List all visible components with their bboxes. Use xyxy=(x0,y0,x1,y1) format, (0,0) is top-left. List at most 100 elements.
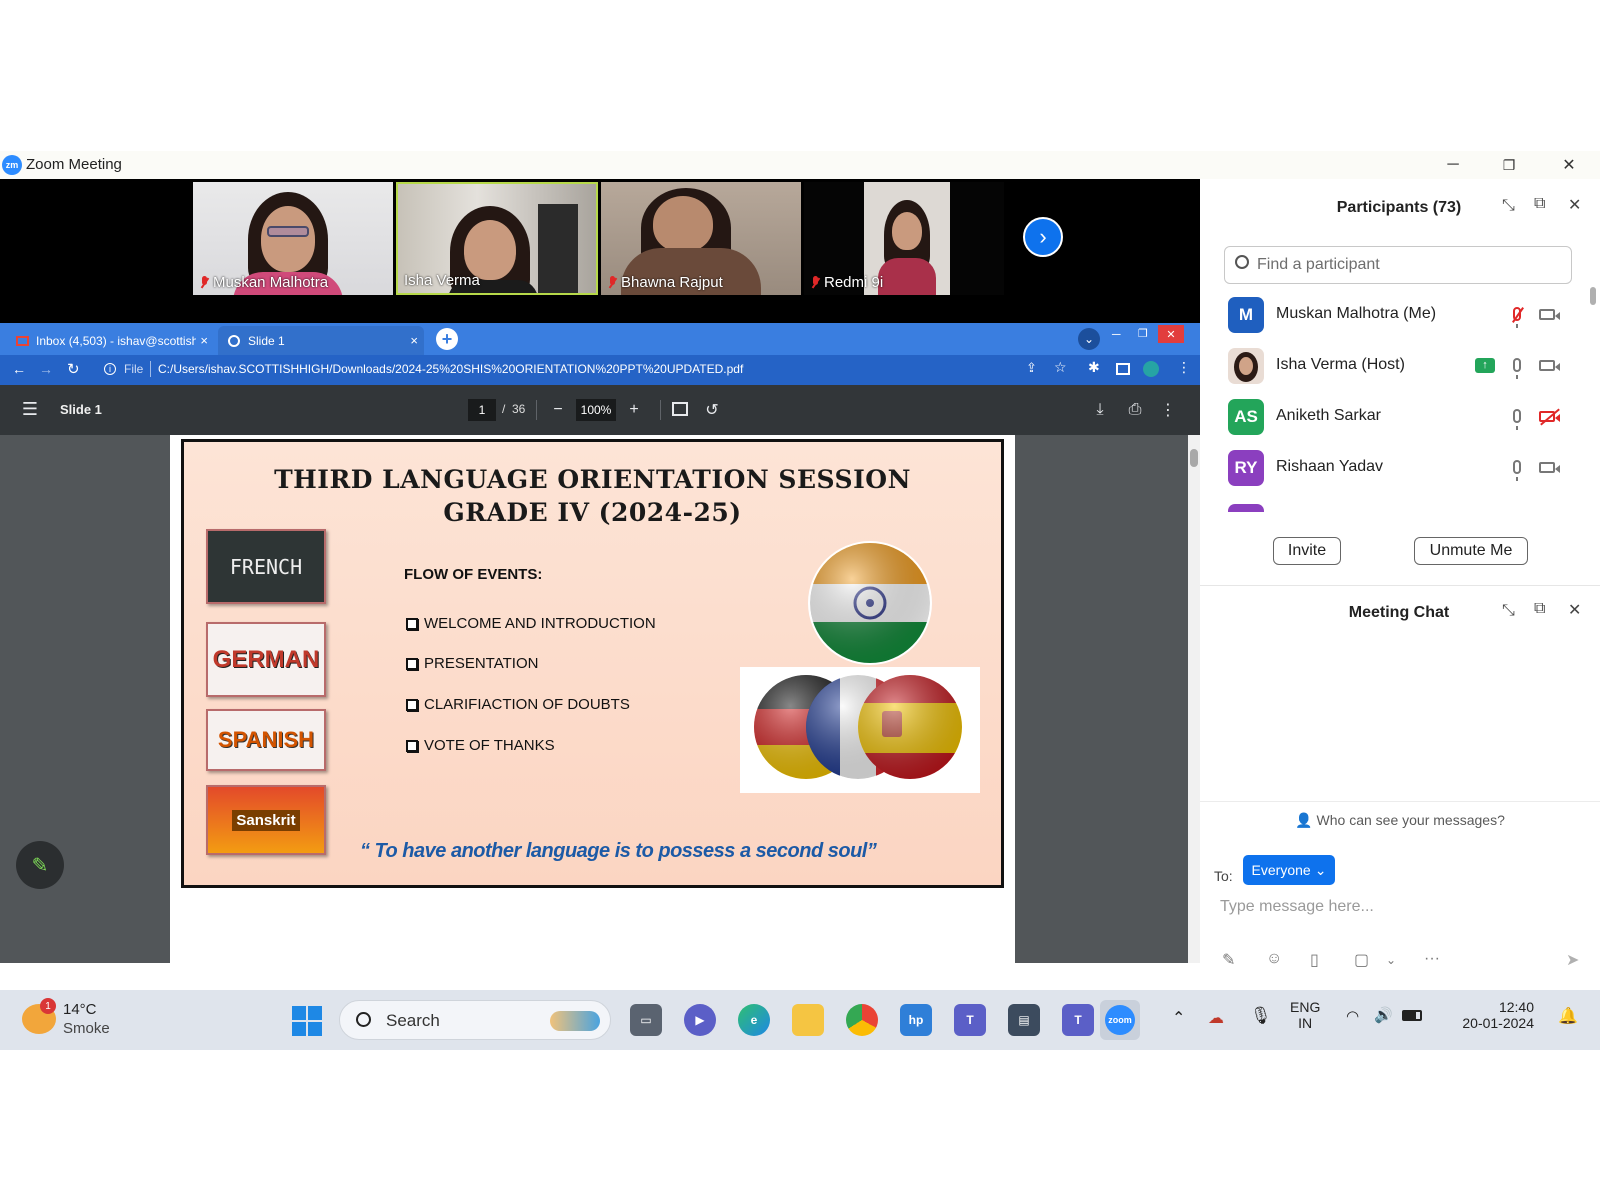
rotate-icon[interactable]: ↺ xyxy=(702,398,722,422)
video-tile-bhawna-rajput[interactable]: Bhawna Rajput xyxy=(601,182,801,295)
browser-close-button[interactable]: ✕ xyxy=(1158,325,1184,343)
close-tab-icon[interactable]: × xyxy=(410,333,418,348)
notification-bell-icon[interactable]: 🔔 xyxy=(1558,1006,1578,1026)
screenshot-chevron-icon[interactable]: ⌄ xyxy=(1386,953,1396,967)
minimize-window-button[interactable]: ─ xyxy=(1438,153,1468,177)
invite-button[interactable]: Invite xyxy=(1273,537,1341,565)
bookmark-star-icon[interactable]: ☆ xyxy=(1054,359,1067,376)
tab-gmail-inbox[interactable]: Inbox (4,503) - ishav@scottishigh × xyxy=(6,326,214,355)
tab-search-chevron-icon[interactable]: ⌄ xyxy=(1078,328,1100,350)
camera-icon[interactable] xyxy=(1536,354,1560,376)
unmute-me-button[interactable]: Unmute Me xyxy=(1414,537,1528,565)
close-chat-icon[interactable]: ✕ xyxy=(1568,600,1581,620)
recipient-dropdown[interactable]: Everyone ⌄ xyxy=(1243,855,1335,885)
url-text[interactable]: C:/Users/ishav.SCOTTISHHIGH/Downloads/20… xyxy=(158,362,743,376)
camera-off-icon[interactable] xyxy=(1536,405,1560,427)
language-card-spanish: SPANISH xyxy=(206,709,326,771)
windows-start-icon[interactable] xyxy=(292,1006,322,1036)
show-hidden-icons-icon[interactable]: ⌃ xyxy=(1172,1008,1185,1028)
tab-slide-1[interactable]: Slide 1 × xyxy=(218,326,424,355)
profile-avatar[interactable] xyxy=(1143,361,1159,377)
collapse-icon[interactable]: ⤡ xyxy=(1502,602,1515,620)
zoom-app-icon-active[interactable]: zoom xyxy=(1100,1000,1140,1040)
zoom-in-icon[interactable]: + xyxy=(624,398,644,422)
onedrive-error-icon[interactable]: ☁ xyxy=(1208,1008,1224,1028)
find-participant-box xyxy=(1224,246,1572,284)
side-panel-icon[interactable] xyxy=(1116,363,1130,375)
pdf-viewport[interactable]: THIRD LANGUAGE ORIENTATION SESSION GRADE… xyxy=(0,435,1188,963)
file-icon[interactable]: ▯ xyxy=(1310,950,1319,970)
window-title: Zoom Meeting xyxy=(26,156,122,173)
video-tile-muskan-malhotra[interactable]: Muskan Malhotra xyxy=(193,182,393,295)
restore-window-button[interactable]: ❐ xyxy=(1494,153,1524,177)
download-icon[interactable]: ⤓ xyxy=(1090,398,1110,422)
mic-muted-icon[interactable] xyxy=(1506,303,1528,328)
pdf-more-options-icon[interactable]: ⋮ xyxy=(1160,398,1176,422)
participant-row[interactable]: Isha Verma (Host) ↑ xyxy=(1224,341,1574,391)
close-participants-icon[interactable]: ✕ xyxy=(1568,195,1581,215)
hp-app-icon[interactable]: hp xyxy=(900,1004,932,1036)
collapse-icon[interactable]: ⤡ xyxy=(1502,197,1515,215)
video-tile-isha-verma[interactable]: Isha Verma xyxy=(396,182,598,295)
annotate-pencil-icon[interactable]: ✎ xyxy=(16,841,64,889)
info-icon[interactable]: i xyxy=(104,363,116,375)
chat-message-input[interactable] xyxy=(1220,892,1580,922)
participant-row[interactable]: AS Aniketh Sarkar xyxy=(1224,392,1574,442)
language-indicator[interactable]: ENG IN xyxy=(1290,999,1320,1031)
page-number-input[interactable]: 1 xyxy=(468,399,496,421)
task-view-icon[interactable]: ▭ xyxy=(630,1004,662,1036)
mic-icon[interactable] xyxy=(1506,405,1528,430)
close-tab-icon[interactable]: × xyxy=(200,333,208,348)
participant-row[interactable]: M Muskan Malhotra (Me) xyxy=(1224,290,1574,340)
zoom-level-input[interactable]: 100% xyxy=(576,399,616,421)
share-icon[interactable]: ⇪ xyxy=(1026,360,1037,376)
edge-icon[interactable]: e xyxy=(738,1004,770,1036)
file-explorer-icon[interactable] xyxy=(792,1004,824,1036)
pop-out-icon[interactable]: ⧉ xyxy=(1534,600,1545,618)
weather-temp[interactable]: 14°C xyxy=(63,1001,97,1018)
more-options-icon[interactable]: ··· xyxy=(1424,950,1440,968)
who-can-see-link[interactable]: 👤 Who can see your messages? xyxy=(1200,812,1600,829)
weather-desc[interactable]: Smoke xyxy=(63,1020,110,1037)
teams-icon[interactable]: T xyxy=(954,1004,986,1036)
forward-icon[interactable]: → xyxy=(39,361,53,377)
screenshot-icon[interactable]: ▢ xyxy=(1354,950,1369,970)
video-tile-redmi-9i[interactable]: Redmi 9i xyxy=(804,182,1004,295)
zoom-out-icon[interactable]: − xyxy=(548,398,568,422)
reload-icon[interactable]: ↻ xyxy=(67,360,80,378)
camera-icon[interactable] xyxy=(1536,456,1560,478)
back-icon[interactable]: ← xyxy=(12,361,26,377)
pop-out-icon[interactable]: ⧉ xyxy=(1534,195,1545,213)
browser-minimize-button[interactable]: ─ xyxy=(1112,327,1121,341)
close-window-button[interactable]: ✕ xyxy=(1554,153,1584,177)
language-card-french: FRENCH xyxy=(206,529,326,604)
mic-icon[interactable] xyxy=(1506,354,1528,379)
battery-icon[interactable] xyxy=(1402,1010,1422,1021)
participant-row[interactable]: RY Rishaan Yadav xyxy=(1224,443,1574,493)
fit-page-icon[interactable] xyxy=(672,402,688,416)
chrome-icon[interactable] xyxy=(846,1004,878,1036)
new-tab-button[interactable]: + xyxy=(436,328,458,350)
find-participant-input[interactable] xyxy=(1257,253,1557,277)
wifi-icon[interactable]: ◠ xyxy=(1346,1007,1359,1025)
next-videos-button[interactable]: › xyxy=(1023,217,1063,257)
send-icon[interactable]: ➤ xyxy=(1566,950,1579,970)
print-icon[interactable]: ⎙ xyxy=(1124,398,1146,422)
emoji-icon[interactable]: ☺ xyxy=(1266,950,1282,968)
microphone-icon[interactable]: 🎙 xyxy=(1250,1006,1272,1026)
participants-scrollbar[interactable] xyxy=(1590,287,1596,305)
format-text-icon[interactable]: ✎ xyxy=(1222,950,1235,970)
menu-hamburger-icon[interactable]: ☰ xyxy=(18,397,42,421)
volume-icon[interactable]: 🔊 xyxy=(1374,1006,1393,1024)
extensions-puzzle-icon[interactable]: ✱ xyxy=(1088,359,1100,376)
teams-chat-icon[interactable]: ▶ xyxy=(684,1004,716,1036)
camera-icon[interactable] xyxy=(1536,303,1560,325)
browser-menu-icon[interactable]: ⋮ xyxy=(1177,359,1191,376)
teams-new-icon[interactable]: T xyxy=(1062,1004,1094,1036)
mic-icon[interactable] xyxy=(1506,456,1528,481)
taskbar-search[interactable]: Search xyxy=(339,1000,611,1040)
browser-restore-button[interactable]: ❐ xyxy=(1138,327,1148,340)
pdf-scrollbar[interactable] xyxy=(1188,435,1200,963)
clock[interactable]: 12:40 20-01-2024 xyxy=(1462,999,1534,1031)
app-window-icon[interactable]: ▤ xyxy=(1008,1004,1040,1036)
